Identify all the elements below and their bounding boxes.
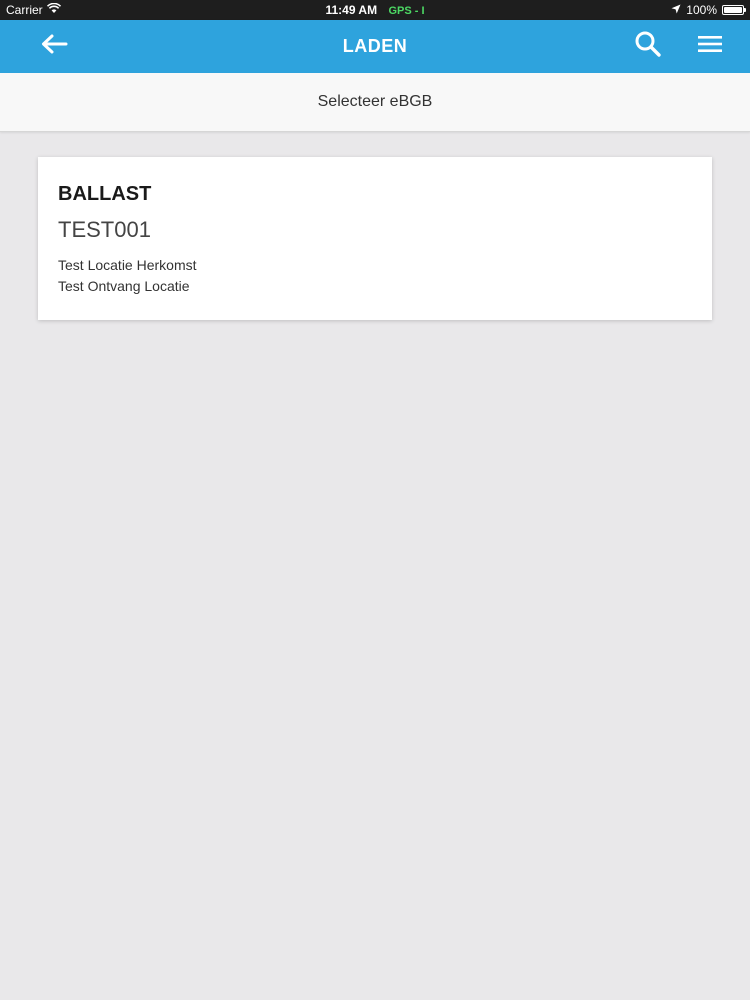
status-center: 11:49 AM GPS - I bbox=[0, 0, 750, 21]
card-origin: Test Locatie Herkomst bbox=[58, 257, 197, 273]
status-right: 100% bbox=[671, 0, 746, 20]
battery-icon bbox=[722, 5, 746, 15]
hamburger-menu-icon bbox=[698, 35, 722, 58]
sub-header: Selecteer eBGB bbox=[0, 73, 750, 132]
card-destination: Test Ontvang Locatie bbox=[58, 278, 190, 294]
app-bar: LADEN bbox=[0, 20, 750, 73]
status-bar: Carrier 11:49 AM GPS - I 100% bbox=[0, 0, 750, 20]
battery-level bbox=[724, 7, 742, 13]
screen: Carrier 11:49 AM GPS - I 100% LADEN Sele… bbox=[0, 0, 750, 1000]
search-icon bbox=[634, 30, 662, 63]
search-button[interactable] bbox=[623, 20, 673, 73]
card-title: BALLAST bbox=[58, 183, 152, 205]
card-code: TEST001 bbox=[58, 217, 151, 242]
battery-percent: 100% bbox=[686, 3, 717, 17]
status-time: 11:49 AM bbox=[325, 3, 378, 17]
location-arrow-icon bbox=[671, 0, 681, 20]
ebgb-card[interactable]: BALLAST TEST001 Test Locatie Herkomst Te… bbox=[38, 157, 712, 320]
gps-indicator: GPS - I bbox=[388, 5, 425, 17]
menu-button[interactable] bbox=[685, 20, 735, 73]
